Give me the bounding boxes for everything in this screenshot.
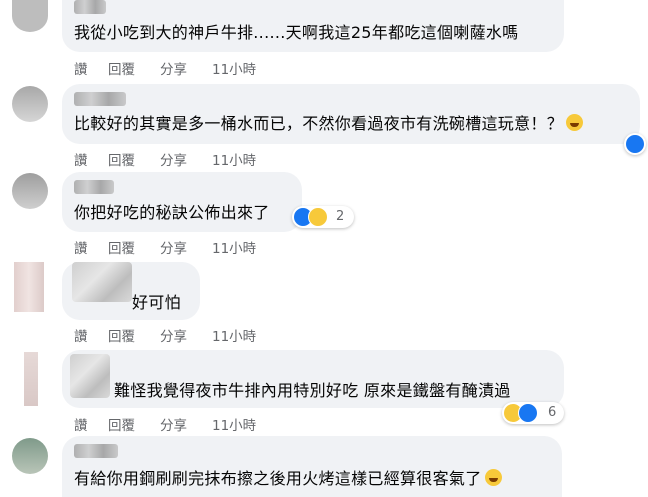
- comment-text: 我從小吃到大的神戶牛排......天啊我這25年都吃這個喇薩水嗎: [74, 23, 519, 42]
- timestamp[interactable]: 11小時: [212, 325, 256, 345]
- comment-bubble: 比較好的其實是多一桶水而已，不然你看過夜市有洗碗槽這玩意！？: [62, 84, 640, 144]
- reply-link[interactable]: 回覆: [108, 237, 135, 257]
- like-icon: [518, 403, 538, 423]
- reply-link[interactable]: 回覆: [108, 325, 135, 345]
- reaction-count: 6: [548, 405, 557, 420]
- timestamp[interactable]: 11小時: [212, 58, 256, 78]
- comment-bubble: 有給你用鋼刷刷完抹布擦之後用火烤這樣已經算很客氣了: [62, 436, 562, 497]
- comment-bubble: 我從小吃到大的神戶牛排......天啊我這25年都吃這個喇薩水嗎: [62, 0, 564, 52]
- reply-link[interactable]: 回覆: [108, 414, 135, 434]
- reply-link[interactable]: 回覆: [108, 149, 135, 169]
- avatar[interactable]: [12, 0, 48, 32]
- share-link[interactable]: 分享: [160, 149, 187, 169]
- share-link[interactable]: 分享: [160, 325, 187, 345]
- reaction-summary[interactable]: [624, 133, 646, 155]
- comment-text: 難怪我覺得夜市牛排內用特別好吃 原來是鐵盤有醃漬過: [114, 381, 511, 400]
- avatar[interactable]: [12, 86, 48, 122]
- comment-text: 比較好的其實是多一桶水而已，不然你看過夜市有洗碗槽這玩意！？: [74, 114, 584, 134]
- blurred-image: [70, 354, 110, 398]
- comment-bubble: 你把好吃的秘訣公佈出來了: [62, 172, 302, 232]
- avatar[interactable]: [12, 438, 48, 474]
- share-link[interactable]: 分享: [160, 237, 187, 257]
- comment-text: 你把好吃的秘訣公佈出來了: [74, 203, 270, 222]
- share-link[interactable]: 分享: [160, 58, 187, 78]
- avatar[interactable]: [14, 262, 44, 312]
- commenter-name[interactable]: [74, 92, 126, 106]
- commenter-name[interactable]: [74, 0, 106, 14]
- share-link[interactable]: 分享: [160, 414, 187, 434]
- timestamp[interactable]: 11小時: [212, 237, 256, 257]
- timestamp[interactable]: 11小時: [212, 414, 256, 434]
- reaction-summary[interactable]: 6: [502, 402, 564, 424]
- comment-bubble: 好可怕: [62, 262, 200, 320]
- like-link[interactable]: 讚: [74, 149, 88, 169]
- commenter-name[interactable]: [74, 180, 114, 194]
- comment-text: 有給你用鋼刷刷完抹布擦之後用火烤這樣已經算很客氣了: [74, 469, 502, 489]
- haha-icon: [566, 114, 584, 131]
- like-link[interactable]: 讚: [74, 58, 88, 78]
- avatar[interactable]: [24, 352, 38, 406]
- comment-bubble: 難怪我覺得夜市牛排內用特別好吃 原來是鐵盤有醃漬過: [62, 350, 564, 408]
- avatar[interactable]: [12, 173, 48, 209]
- like-link[interactable]: 讚: [74, 237, 88, 257]
- like-icon: [625, 134, 645, 154]
- commenter-name[interactable]: [74, 444, 118, 458]
- like-link[interactable]: 讚: [74, 325, 88, 345]
- haha-icon: [484, 469, 502, 486]
- blurred-image: [72, 262, 132, 302]
- comment-text: 好可怕: [132, 293, 181, 312]
- haha-icon: [308, 207, 328, 227]
- reaction-count: 2: [336, 209, 345, 224]
- reply-link[interactable]: 回覆: [108, 58, 135, 78]
- timestamp[interactable]: 11小時: [212, 149, 256, 169]
- like-link[interactable]: 讚: [74, 414, 88, 434]
- reaction-summary[interactable]: 2: [292, 206, 354, 228]
